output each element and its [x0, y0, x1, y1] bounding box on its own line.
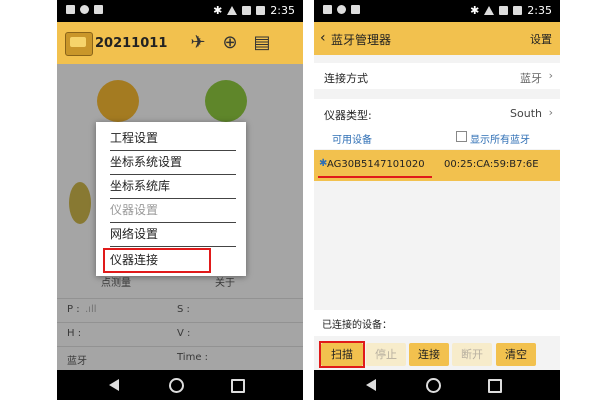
menu-item-instrument-settings[interactable]: 仪器设置 — [110, 198, 236, 223]
nav-bar — [314, 370, 560, 400]
no-sim-icon — [242, 6, 252, 15]
back-chevron-icon[interactable]: ‹ — [320, 30, 326, 46]
instrument-type-label: 仪器类型: — [324, 109, 372, 122]
highlight-box — [103, 248, 211, 273]
show-all-bluetooth-label: 显示所有蓝牙 — [470, 135, 530, 146]
clear-button[interactable]: 清空 — [496, 343, 536, 366]
device-list-item[interactable]: ✱ AG30B5147101020 00:25:CA:59:B7:6E — [314, 150, 560, 181]
back-icon[interactable] — [366, 379, 376, 391]
settings-button[interactable]: 设置 — [530, 31, 552, 47]
recents-icon[interactable] — [488, 379, 502, 393]
device-name: AG30B5147101020 — [327, 159, 425, 170]
compass-add-icon[interactable]: ⊕ — [219, 32, 241, 54]
project-title: 20211011 — [95, 36, 168, 51]
chevron-right-icon: › — [548, 69, 553, 82]
sync-notification-icon — [337, 5, 346, 14]
send-notification-icon — [351, 5, 360, 14]
connected-devices-label: 已连接的设备： — [322, 320, 392, 331]
instrument-type-section: 仪器类型: South › 可用设备 显示所有蓝牙 — [314, 99, 560, 149]
home-icon[interactable] — [426, 378, 441, 393]
recents-icon[interactable] — [231, 379, 245, 393]
sync-notification-icon — [80, 5, 89, 14]
right-phone-screen: ✱ 2:35 ‹ 蓝牙管理器 设置 连接方式 蓝牙 › 仪器类型: South ›… — [314, 0, 560, 400]
settings-menu: 工程设置 坐标系统设置 坐标系统库 仪器设置 网络设置 仪器连接 — [96, 122, 246, 276]
device-underline — [318, 176, 432, 178]
highlight-box — [319, 341, 365, 368]
connection-method-row[interactable]: 连接方式 蓝牙 › — [314, 63, 560, 89]
menu-item-coordinate-settings[interactable]: 坐标系统设置 — [110, 150, 236, 175]
back-icon[interactable] — [109, 379, 119, 391]
instrument-type-value[interactable]: South — [510, 107, 542, 120]
stop-button[interactable]: 停止 — [366, 343, 406, 366]
app-logo-icon — [65, 32, 93, 56]
chevron-right-icon: › — [548, 106, 553, 119]
nav-bar — [57, 370, 303, 400]
status-bar: ✱ 2:35 — [314, 0, 560, 22]
wifi-icon — [227, 6, 238, 15]
data-window-icon[interactable]: ▤ — [251, 32, 273, 54]
no-sim-icon — [499, 6, 509, 15]
battery-icon — [256, 6, 266, 15]
connection-method-label: 连接方式 — [324, 72, 368, 85]
battery-icon — [513, 6, 523, 15]
home-icon[interactable] — [169, 378, 184, 393]
menu-item-coordinate-library[interactable]: 坐标系统库 — [110, 174, 236, 199]
show-all-checkbox[interactable] — [456, 131, 467, 142]
connect-button[interactable]: 连接 — [409, 343, 449, 366]
bluetooth-icon: ✱ — [213, 4, 223, 17]
gallery-notification-icon — [66, 5, 75, 14]
status-time: 2:35 — [270, 4, 295, 17]
wifi-icon — [484, 6, 495, 15]
menu-item-network-settings[interactable]: 网络设置 — [110, 222, 236, 247]
app-toolbar: ‹ 蓝牙管理器 设置 — [314, 22, 560, 55]
satellite-icon[interactable]: ✈ — [187, 32, 209, 54]
status-bar: ✱ 2:35 — [57, 0, 303, 22]
left-phone-screen: ✱ 2:35 20211011 ✈ ⊕ ▤ 点测量 关于 P : .ıll S :… — [57, 0, 303, 400]
device-mac: 00:25:CA:59:B7:6E — [444, 159, 539, 170]
connection-method-value: 蓝牙 — [520, 72, 542, 85]
page-title: 蓝牙管理器 — [331, 33, 392, 47]
menu-item-project-settings[interactable]: 工程设置 — [110, 126, 236, 151]
disconnect-button[interactable]: 断开 — [452, 343, 492, 366]
bluetooth-icon: ✱ — [470, 4, 480, 17]
status-time: 2:35 — [527, 4, 552, 17]
send-notification-icon — [94, 5, 103, 14]
available-devices-label: 可用设备 — [332, 135, 372, 146]
app-toolbar: 20211011 ✈ ⊕ ▤ — [57, 22, 303, 64]
gallery-notification-icon — [323, 5, 332, 14]
connected-devices-section: 已连接的设备： — [314, 310, 560, 336]
